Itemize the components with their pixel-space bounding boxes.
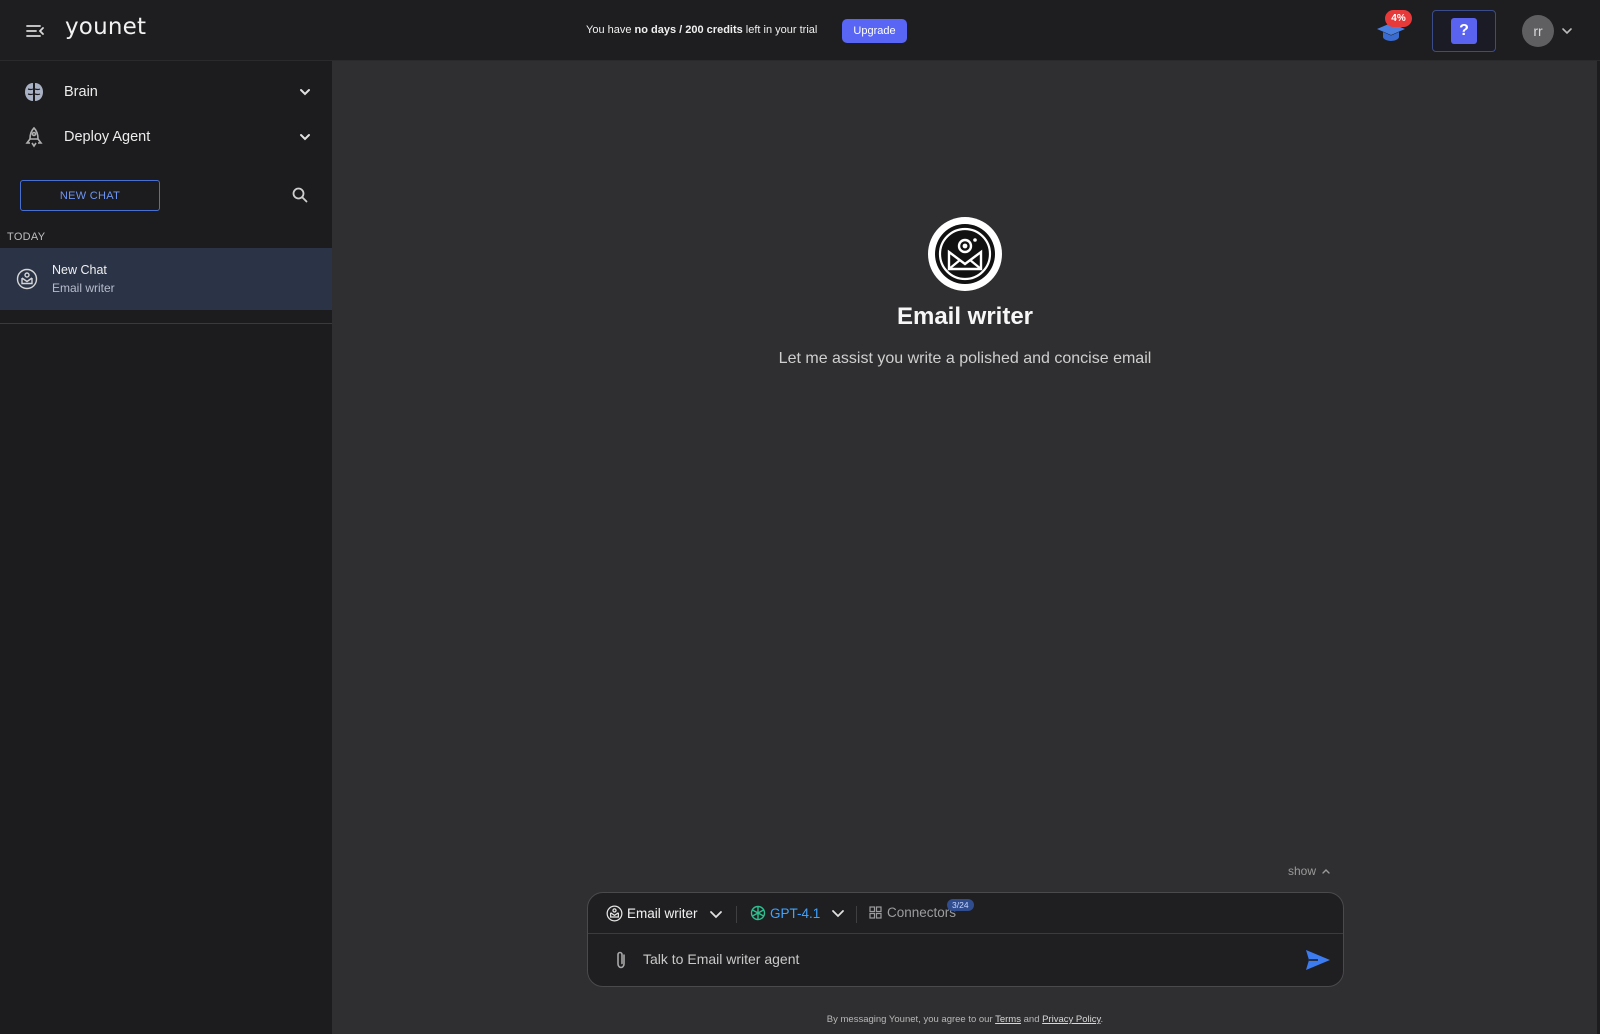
show-label: show (1288, 864, 1317, 878)
chevron-down-icon (709, 910, 722, 918)
connectors-count-badge: 3/24 (947, 899, 974, 911)
new-chat-button[interactable]: NEW CHAT (20, 180, 160, 211)
search-icon[interactable] (290, 185, 310, 205)
progress-badge: 4% (1385, 10, 1412, 27)
chevron-down-icon[interactable] (1560, 24, 1574, 38)
show-toggle[interactable]: show (1288, 864, 1331, 878)
agent-description: Let me assist you write a polished and c… (778, 350, 1152, 367)
chat-title: New Chat (52, 263, 107, 277)
sidebar-item-brain[interactable]: Brain (0, 70, 332, 114)
upgrade-button[interactable]: Upgrade (842, 19, 907, 43)
model-select[interactable]: GPT-4.1 (750, 905, 846, 921)
openai-icon (750, 905, 766, 921)
chat-subtitle: Email writer (52, 281, 115, 295)
section-today-label: TODAY (7, 231, 46, 243)
paperclip-icon[interactable] (612, 950, 630, 970)
trial-suffix: left in your trial (742, 24, 818, 36)
agent-avatar-icon (16, 268, 38, 290)
footer-disclaimer: By messaging Younet, you agree to our Te… (0, 1014, 1600, 1025)
terms-link[interactable]: Terms (995, 1014, 1021, 1025)
help-glyph: ? (1459, 22, 1469, 39)
connectors-button[interactable]: Connectors (869, 905, 956, 920)
trial-credits: no days / 200 credits (634, 24, 743, 36)
toolbar-divider (856, 906, 857, 923)
sidebar-item-deploy-agent[interactable]: Deploy Agent (0, 115, 332, 159)
footer-text: and (1020, 1014, 1043, 1025)
footer-text: By messaging Younet, you agree to our (826, 1014, 996, 1025)
trial-prefix: You have (586, 24, 635, 36)
avatar-initials: rr (1533, 23, 1543, 39)
collapse-menu-icon[interactable] (24, 20, 46, 42)
message-input[interactable] (643, 944, 1283, 974)
avatar[interactable]: rr (1522, 15, 1554, 47)
message-composer: Email writer GPT-4.1 Connectors 3/24 (587, 892, 1344, 987)
agent-avatar-icon (606, 905, 623, 922)
sidebar-item-label: Deploy Agent (64, 129, 151, 145)
grid-icon (869, 906, 882, 919)
chat-list-item[interactable]: New Chat Email writer (0, 248, 332, 310)
connectors-label: Connectors (887, 905, 957, 920)
trial-notice: You have no days / 200 credits left in y… (586, 24, 817, 36)
brain-icon (22, 80, 46, 104)
model-select-label: GPT-4.1 (770, 905, 821, 921)
chevron-up-icon (1322, 869, 1330, 874)
sidebar: Brain Deploy Agent NEW CHAT TODAY New Ch… (0, 61, 332, 1034)
chevron-down-icon (297, 84, 313, 100)
footer-text: . (1100, 1014, 1104, 1025)
agent-select-label: Email writer (627, 906, 698, 921)
composer-toolbar: Email writer GPT-4.1 Connectors 3/24 (588, 893, 1343, 934)
help-button[interactable]: ? (1432, 10, 1496, 52)
sidebar-item-label: Brain (64, 84, 98, 100)
chevron-down-icon (297, 129, 313, 145)
top-bar: younet You have no days / 200 credits le… (0, 0, 1600, 61)
agent-title: Email writer (896, 303, 1034, 330)
email-writer-icon (928, 217, 1002, 291)
send-icon[interactable] (1304, 948, 1332, 972)
toolbar-divider (736, 906, 737, 923)
privacy-policy-link[interactable]: Privacy Policy (1042, 1014, 1100, 1025)
main-panel (332, 61, 1600, 1034)
help-icon: ? (1451, 18, 1477, 44)
rocket-icon (22, 125, 46, 149)
agent-select[interactable]: Email writer (606, 905, 724, 922)
chevron-down-icon (832, 910, 845, 918)
app-logo[interactable]: younet (65, 14, 146, 40)
